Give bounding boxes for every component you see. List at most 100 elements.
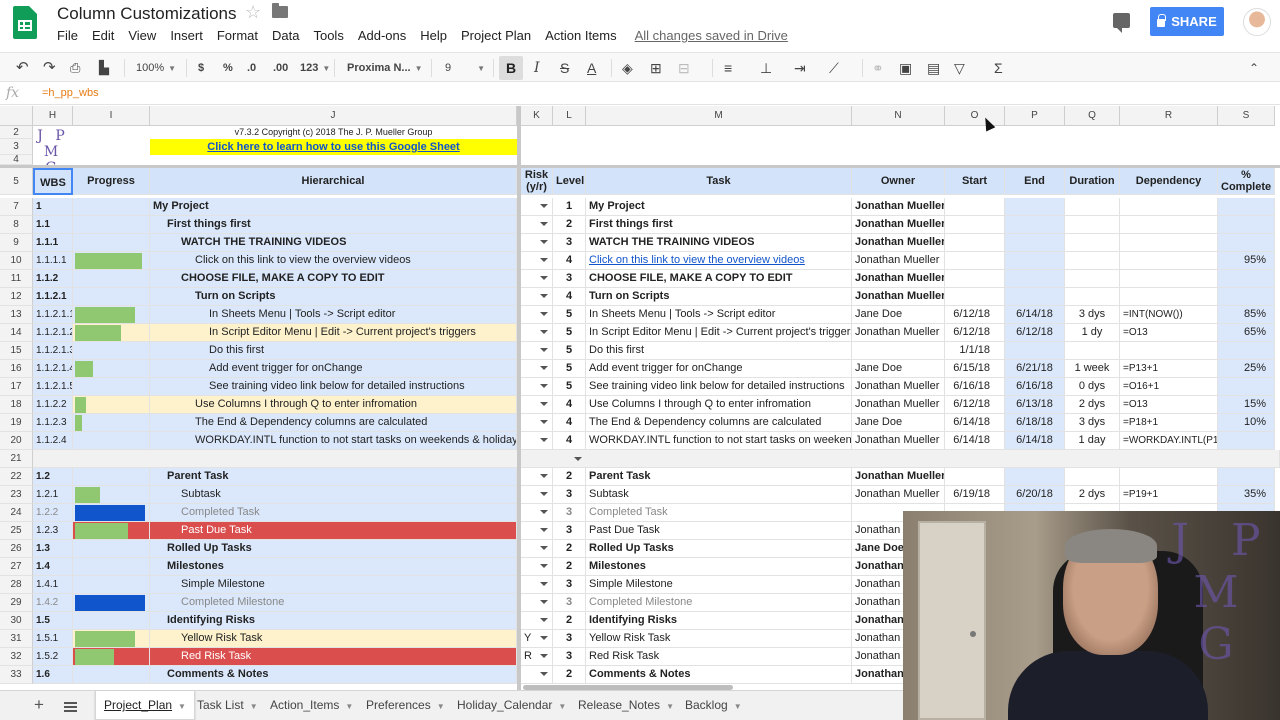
row-number[interactable]: 19 <box>0 414 33 432</box>
sheet-tab[interactable]: Release_Notes ▼ <box>570 691 682 720</box>
hierarchical-cell[interactable]: Identifying Risks <box>150 612 517 630</box>
row-number[interactable]: 31 <box>0 630 33 648</box>
wbs-cell[interactable]: 1.1.2 <box>33 270 73 288</box>
risk-cell[interactable] <box>521 234 553 252</box>
progress-cell[interactable] <box>73 288 150 306</box>
column-header-p[interactable]: P <box>1005 106 1065 126</box>
hierarchical-cell[interactable]: Subtask <box>150 486 517 504</box>
all-sheets-icon[interactable] <box>64 702 77 712</box>
hierarchical-cell[interactable]: First things first <box>150 216 517 234</box>
owner-cell[interactable]: Jonathan Mueller <box>852 288 945 306</box>
start-cell[interactable]: 1/1/18 <box>945 342 1005 360</box>
risk-cell[interactable] <box>521 360 553 378</box>
risk-cell[interactable] <box>521 486 553 504</box>
owner-cell[interactable]: Jonathan Mueller <box>852 486 945 504</box>
hierarchical-cell[interactable]: Click on this link to view the overview … <box>150 252 517 270</box>
risk-dropdown-icon[interactable] <box>540 510 548 514</box>
risk-cell[interactable] <box>521 468 553 486</box>
progress-cell[interactable] <box>73 468 150 486</box>
percent-complete-cell[interactable] <box>1218 234 1275 252</box>
progress-cell[interactable] <box>73 486 150 504</box>
level-cell[interactable]: 3 <box>553 486 586 504</box>
duration-cell[interactable] <box>1065 252 1120 270</box>
menu-insert[interactable]: Insert <box>163 28 210 46</box>
end-cell[interactable] <box>1005 198 1065 216</box>
hierarchical-cell[interactable]: See training video link below for detail… <box>150 378 517 396</box>
owner-cell[interactable]: Jonathan Mueller <box>852 468 945 486</box>
task-cell[interactable]: In Sheets Menu | Tools -> Script editor <box>586 306 852 324</box>
task-cell[interactable]: Turn on Scripts <box>586 288 852 306</box>
task-cell[interactable]: Use Columns I through Q to enter infroma… <box>586 396 852 414</box>
menu-tools[interactable]: Tools <box>306 28 350 46</box>
filter-icon[interactable]: ▽ <box>954 60 965 76</box>
level-cell[interactable]: 3 <box>553 630 586 648</box>
wbs-cell[interactable]: 1.1.2.1.2 <box>33 324 73 342</box>
owner-cell[interactable]: Jane Doe <box>852 414 945 432</box>
column-header-i[interactable]: I <box>73 106 150 126</box>
start-cell[interactable]: 6/12/18 <box>945 396 1005 414</box>
progress-cell[interactable] <box>73 558 150 576</box>
insert-comment-icon[interactable]: ▣ <box>899 60 912 76</box>
progress-cell[interactable] <box>73 198 150 216</box>
column-header-m[interactable]: M <box>586 106 852 126</box>
text-color-button[interactable]: A <box>587 60 596 76</box>
wbs-cell[interactable]: 1.1.2.1.3 <box>33 342 73 360</box>
task-cell[interactable]: Subtask <box>586 486 852 504</box>
column-header-j[interactable]: J <box>150 106 517 126</box>
wbs-cell[interactable]: 1.1.2.1 <box>33 288 73 306</box>
hierarchical-cell[interactable]: Completed Milestone <box>150 594 517 612</box>
owner-cell[interactable]: Jonathan Mueller <box>852 378 945 396</box>
wbs-cell[interactable]: 1.5.2 <box>33 648 73 666</box>
risk-dropdown-icon[interactable] <box>540 348 548 352</box>
sheet-tab[interactable]: Project_Plan ▼ <box>95 691 195 720</box>
task-cell[interactable]: The End & Dependency columns are calcula… <box>586 414 852 432</box>
start-cell[interactable] <box>945 270 1005 288</box>
hierarchical-cell[interactable]: In Script Editor Menu | Edit -> Current … <box>150 324 517 342</box>
hierarchical-cell[interactable]: Past Due Task <box>150 522 517 540</box>
row-number[interactable]: 17 <box>0 378 33 396</box>
column-header-h[interactable]: H <box>33 106 73 126</box>
row-number[interactable]: 8 <box>0 216 33 234</box>
start-cell[interactable]: 6/12/18 <box>945 324 1005 342</box>
tab-menu-icon[interactable]: ▼ <box>345 702 353 711</box>
owner-cell[interactable]: Jonathan Mueller <box>852 270 945 288</box>
column-header-l[interactable]: L <box>553 106 586 126</box>
progress-cell[interactable] <box>73 414 150 432</box>
end-cell[interactable] <box>1005 288 1065 306</box>
percent-complete-cell[interactable] <box>1218 270 1275 288</box>
risk-cell[interactable] <box>521 612 553 630</box>
row-number[interactable]: 11 <box>0 270 33 288</box>
frozen-column-divider[interactable] <box>517 106 521 690</box>
row-number[interactable]: 26 <box>0 540 33 558</box>
formula-input[interactable]: =h_pp_wbs <box>42 87 99 99</box>
level-cell[interactable]: 2 <box>553 540 586 558</box>
start-cell[interactable]: 6/15/18 <box>945 360 1005 378</box>
start-cell[interactable]: 6/16/18 <box>945 378 1005 396</box>
merge-cells-icon[interactable]: ⊟ <box>678 60 690 76</box>
dependency-cell[interactable]: =P13+1 <box>1120 360 1218 378</box>
task-cell[interactable]: Milestones <box>586 558 852 576</box>
row-number[interactable]: 22 <box>0 468 33 486</box>
wbs-cell[interactable]: 1 <box>33 198 73 216</box>
text-rotate-icon[interactable]: ⟋ <box>829 60 839 76</box>
task-cell[interactable]: CHOOSE FILE, MAKE A COPY TO EDIT <box>586 270 852 288</box>
task-cell[interactable]: Yellow Risk Task <box>586 630 852 648</box>
progress-cell[interactable] <box>73 216 150 234</box>
borders-icon[interactable]: ⊞ <box>650 60 662 76</box>
align-left-icon[interactable]: ≡ <box>724 60 732 76</box>
risk-cell[interactable] <box>521 324 553 342</box>
level-cell[interactable]: 2 <box>553 612 586 630</box>
percent-complete-cell[interactable]: 85% <box>1218 306 1275 324</box>
risk-cell[interactable]: Y <box>521 630 553 648</box>
duration-cell[interactable] <box>1065 342 1120 360</box>
duration-cell[interactable] <box>1065 198 1120 216</box>
folder-icon[interactable] <box>272 3 288 18</box>
percent-complete-cell[interactable]: 25% <box>1218 360 1275 378</box>
wbs-cell[interactable]: 1.5 <box>33 612 73 630</box>
risk-cell[interactable] <box>521 396 553 414</box>
risk-cell[interactable] <box>521 252 553 270</box>
risk-dropdown-icon[interactable] <box>540 654 548 658</box>
level-cell[interactable]: 5 <box>553 378 586 396</box>
row-number[interactable]: 10 <box>0 252 33 270</box>
tab-menu-icon[interactable]: ▼ <box>437 702 445 711</box>
